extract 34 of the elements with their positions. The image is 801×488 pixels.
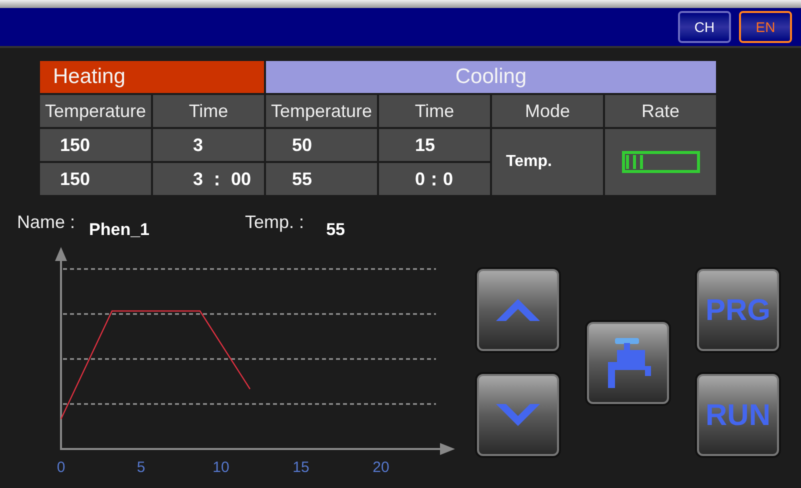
axis-tick-label: 0 xyxy=(56,459,66,476)
faucet-button[interactable] xyxy=(587,322,669,404)
table-cell: 150 xyxy=(40,129,151,161)
name-label: Name : xyxy=(17,211,76,234)
language-button[interactable]: EN xyxy=(739,11,792,43)
group-header: Cooling xyxy=(266,61,716,93)
name-value: Phen_1 xyxy=(89,219,151,241)
column-header: Time xyxy=(153,95,264,127)
table-cell: 3 xyxy=(153,129,264,161)
table-cell: 3 ： 00 xyxy=(153,163,264,195)
column-header: Temperature xyxy=(266,95,377,127)
axis-tick-label: 10 xyxy=(212,459,230,476)
table-cell: 55 xyxy=(266,163,377,195)
language-button[interactable]: CH xyxy=(678,11,731,43)
temp-label: Temp. : xyxy=(245,211,304,234)
table-cell: 0：0 xyxy=(379,163,490,195)
column-header: Mode xyxy=(492,95,603,127)
table-cell: 50 xyxy=(266,129,377,161)
group-header: Heating xyxy=(40,61,264,93)
table-cell: 150 xyxy=(40,163,151,195)
table-cell: 15 xyxy=(379,129,490,161)
chevron-up-icon xyxy=(496,299,540,321)
axis-tick-label: 5 xyxy=(136,459,146,476)
column-header: Time xyxy=(379,95,490,127)
mode-value: Temp. xyxy=(492,129,603,195)
column-header: Rate xyxy=(605,95,716,127)
faucet-icon xyxy=(605,338,651,388)
chevron-down-icon xyxy=(496,404,540,426)
axis-tick-label: 20 xyxy=(372,459,390,476)
temp-value: 55 xyxy=(326,219,345,241)
up-button[interactable] xyxy=(477,269,559,351)
column-header: Temperature xyxy=(40,95,151,127)
axis-tick-label: 15 xyxy=(292,459,310,476)
down-button[interactable] xyxy=(477,374,559,456)
